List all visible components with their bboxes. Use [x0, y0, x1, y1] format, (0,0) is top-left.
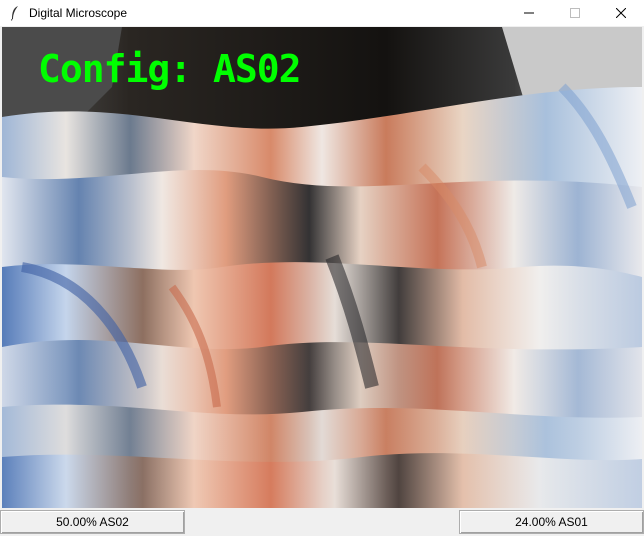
window-title: Digital Microscope	[29, 6, 128, 20]
minimize-button[interactable]	[506, 0, 552, 26]
close-button[interactable]	[598, 0, 644, 26]
close-icon	[616, 8, 626, 18]
minimize-icon	[524, 12, 534, 14]
bottom-bar: 50.00% AS02 24.00% AS01	[0, 509, 644, 536]
as02-button[interactable]: 50.00% AS02	[0, 510, 185, 534]
fabric-image	[2, 27, 642, 508]
maximize-button[interactable]	[552, 0, 598, 26]
title-bar[interactable]: Digital Microscope	[0, 0, 644, 26]
camera-feed: Config: AS02	[2, 27, 642, 508]
as01-button[interactable]: 24.00% AS01	[459, 510, 644, 534]
config-overlay-text: Config: AS02	[38, 47, 302, 91]
maximize-icon	[570, 8, 580, 18]
feather-icon	[8, 5, 22, 21]
